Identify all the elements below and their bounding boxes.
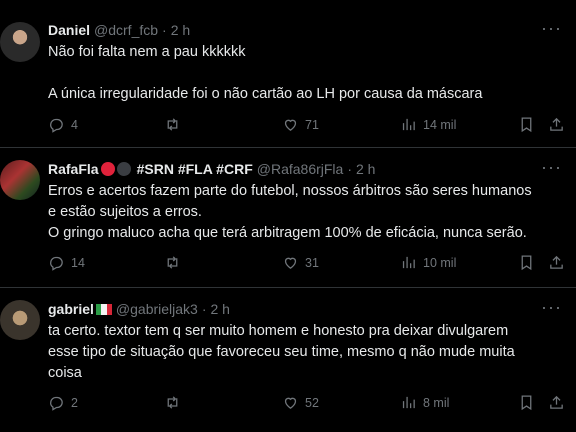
- timestamp[interactable]: 2 h: [211, 301, 230, 317]
- black-circle-emoji: [116, 162, 131, 176]
- retweet-icon: [167, 396, 178, 409]
- tweet-line: Erros e acertos fazem parte do futebol, …: [48, 183, 532, 199]
- tweet-line: e estão sujeitos a erros.: [48, 204, 202, 220]
- author-handle[interactable]: @gabrieljak3: [116, 301, 198, 317]
- reply-button[interactable]: 14: [48, 254, 85, 271]
- author-name[interactable]: Daniel: [48, 22, 90, 38]
- share-icon: [550, 117, 563, 131]
- like-button[interactable]: 52: [282, 394, 319, 411]
- like-button[interactable]: 31: [282, 254, 319, 271]
- action-bar: 14 31 10 mil: [48, 254, 568, 274]
- tweet-line: Não foi falta nem a pau kkkkkk: [48, 44, 246, 60]
- separator: ·: [162, 22, 167, 38]
- reply-icon: [50, 256, 63, 271]
- author-name[interactable]: gabriel: [48, 301, 94, 317]
- retweet-button[interactable]: [164, 394, 187, 411]
- share-icon: [550, 395, 563, 409]
- author-handle[interactable]: @dcrf_fcb: [94, 22, 158, 38]
- views-button[interactable]: 14 mil: [400, 116, 456, 133]
- more-icon[interactable]: ···: [541, 18, 562, 39]
- like-count: 71: [305, 117, 319, 132]
- reply-icon: [50, 396, 63, 411]
- views-count: 14 mil: [423, 117, 457, 132]
- action-bar: 4 71 14 mil: [48, 116, 568, 136]
- action-bar: 2 52 8 mil: [48, 394, 568, 414]
- views-button[interactable]: 10 mil: [400, 254, 456, 271]
- italy-flag-emoji: [95, 303, 112, 315]
- tweet-line: A única irregularidade foi o não cartão …: [48, 86, 483, 102]
- tweet-line: ta certo. textor tem q ser muito homem e…: [48, 323, 509, 339]
- bookmark-button[interactable]: [518, 394, 535, 411]
- separator: ·: [201, 301, 207, 317]
- tweet-daniel[interactable]: Daniel @dcrf_fcb · 2 h ··· Não foi falta…: [0, 0, 576, 148]
- hashtags[interactable]: #SRN #FLA #CRF: [137, 161, 253, 177]
- reply-icon: [50, 118, 63, 133]
- like-icon: [284, 397, 297, 409]
- avatar[interactable]: [0, 160, 40, 200]
- retweet-button[interactable]: [164, 254, 187, 271]
- tweet-line: esse tipo de situação que favoreceu seu …: [48, 344, 515, 360]
- timeline: Daniel @dcrf_fcb · 2 h ··· Não foi falta…: [0, 0, 576, 432]
- share-button[interactable]: [548, 394, 565, 411]
- red-circle-emoji: [100, 162, 115, 176]
- like-icon: [284, 257, 297, 269]
- views-icon: [402, 256, 415, 269]
- reply-button[interactable]: 2: [48, 394, 78, 411]
- tweet-text: ta certo. textor tem q ser muito homem e…: [48, 321, 562, 384]
- retweet-button[interactable]: [164, 116, 187, 133]
- share-button[interactable]: [548, 254, 565, 271]
- more-icon[interactable]: ···: [541, 297, 562, 318]
- like-count: 31: [305, 255, 319, 270]
- author-handle[interactable]: @Rafa86rjFla: [257, 161, 344, 177]
- retweet-icon: [167, 256, 178, 269]
- tweet-line: coisa: [48, 365, 82, 381]
- tweet-line: O gringo maluco acha que terá arbitragem…: [48, 225, 527, 241]
- like-icon: [284, 119, 297, 131]
- bookmark-icon: [521, 395, 532, 411]
- separator: ·: [347, 161, 352, 177]
- tweet-text: Não foi falta nem a pau kkkkkk A única i…: [48, 42, 562, 105]
- share-icon: [550, 255, 563, 269]
- tweet-header: RafaFla #SRN #FLA #CRF @Rafa86rjFla · 2 …: [48, 161, 375, 177]
- tweet-text: Erros e acertos fazem parte do futebol, …: [48, 181, 562, 244]
- bookmark-button[interactable]: [518, 116, 535, 133]
- tweet-header: Daniel @dcrf_fcb · 2 h: [48, 22, 190, 38]
- avatar[interactable]: [0, 22, 40, 62]
- bookmark-icon: [521, 117, 532, 133]
- bookmark-button[interactable]: [518, 254, 535, 271]
- views-button[interactable]: 8 mil: [400, 394, 449, 411]
- views-count: 10 mil: [423, 255, 457, 270]
- reply-count: 4: [71, 117, 78, 132]
- timestamp[interactable]: 2 h: [171, 22, 190, 38]
- tweet-rafafla[interactable]: RafaFla #SRN #FLA #CRF @Rafa86rjFla · 2 …: [0, 148, 576, 288]
- timestamp[interactable]: 2 h: [356, 161, 375, 177]
- retweet-icon: [167, 118, 178, 131]
- views-icon: [402, 118, 415, 131]
- tweet-gabriel[interactable]: gabriel @gabrieljak3 · 2 h ··· ta certo.…: [0, 288, 576, 432]
- reply-count: 14: [71, 255, 85, 270]
- like-count: 52: [305, 395, 319, 410]
- more-icon[interactable]: ···: [541, 157, 562, 178]
- views-icon: [402, 396, 415, 409]
- tweet-header: gabriel @gabrieljak3 · 2 h: [48, 301, 230, 317]
- reply-count: 2: [71, 395, 78, 410]
- like-button[interactable]: 71: [282, 116, 319, 133]
- share-button[interactable]: [548, 116, 565, 133]
- author-name[interactable]: RafaFla: [48, 161, 99, 177]
- views-count: 8 mil: [423, 395, 450, 410]
- bookmark-icon: [521, 255, 532, 271]
- reply-button[interactable]: 4: [48, 116, 78, 133]
- avatar[interactable]: [0, 300, 40, 340]
